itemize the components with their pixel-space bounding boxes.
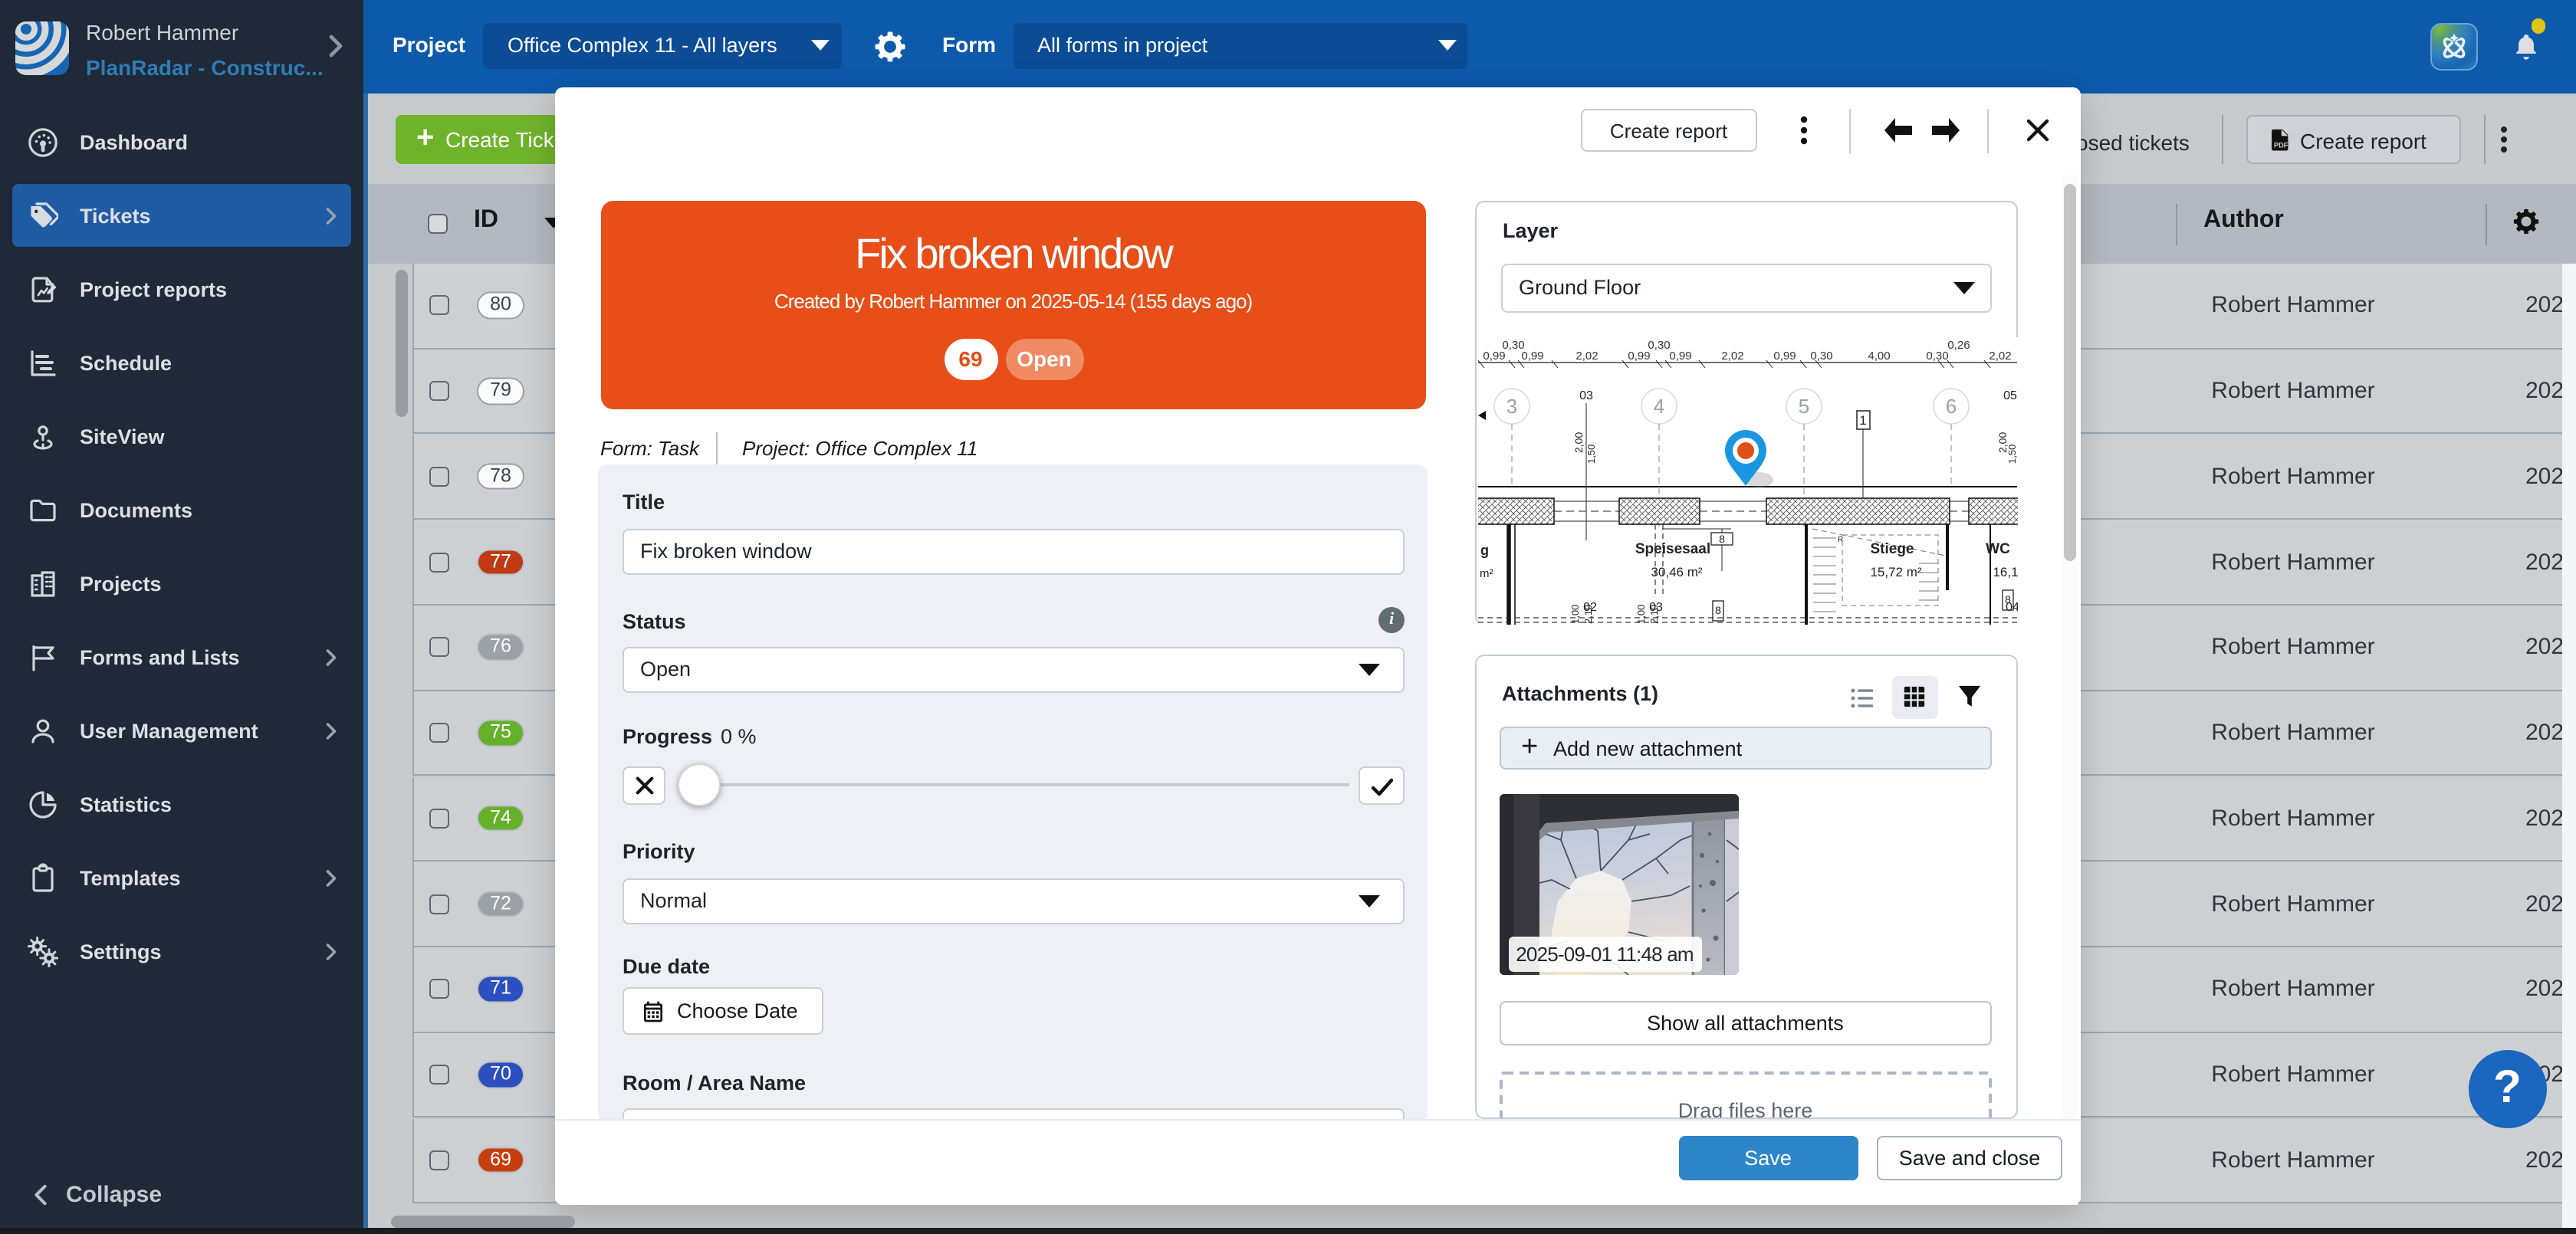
svg-text:0,99: 0,99 (1521, 350, 1543, 363)
svg-text:03: 03 (1579, 389, 1593, 402)
svg-text:0,99: 0,99 (1628, 350, 1650, 363)
svg-text:Speisesaal: Speisesaal (1635, 541, 1710, 557)
svg-text:R: R (1838, 536, 1843, 544)
svg-text:1,00: 1,00 (1635, 605, 1647, 624)
svg-text:m²: m² (1480, 567, 1493, 580)
svg-text:2,02: 2,02 (1989, 350, 2011, 363)
svg-text:PDF: PDF (2274, 141, 2288, 149)
svg-text:1: 1 (1859, 413, 1866, 428)
svg-text:8: 8 (1715, 604, 1721, 616)
svg-text:15,72 m²: 15,72 m² (1870, 565, 1921, 579)
svg-text:05: 05 (2003, 389, 2017, 402)
svg-text:0,30: 0,30 (1926, 350, 1948, 363)
svg-text:6: 6 (1946, 395, 1957, 418)
svg-text:1,00: 1,00 (1569, 605, 1581, 624)
svg-text:5: 5 (1799, 395, 1809, 418)
svg-text:4: 4 (1654, 395, 1664, 418)
svg-text:0,99: 0,99 (1773, 350, 1796, 363)
svg-text:8: 8 (2005, 593, 2011, 606)
svg-text:16,1: 16,1 (1993, 565, 2017, 579)
svg-text:1,50: 1,50 (2006, 445, 2017, 464)
svg-text:2,02: 2,02 (1576, 350, 1598, 363)
svg-text:4,00: 4,00 (1868, 350, 1890, 363)
svg-text:30,46 m²: 30,46 m² (1651, 565, 1702, 579)
svg-text:3: 3 (1506, 395, 1517, 418)
svg-text:0,30: 0,30 (1810, 350, 1832, 363)
svg-text:Stiege: Stiege (1870, 541, 1914, 557)
svg-text:0,99: 0,99 (1483, 350, 1505, 363)
svg-text:0,99: 0,99 (1669, 350, 1691, 363)
svg-text:8: 8 (1719, 533, 1725, 545)
svg-text:0,30: 0,30 (1648, 339, 1670, 352)
svg-text:2,10: 2,10 (1582, 605, 1594, 624)
svg-text:0,26: 0,26 (1947, 339, 1970, 352)
svg-text:2,02: 2,02 (1721, 350, 1743, 363)
svg-text:1,50: 1,50 (1585, 445, 1597, 464)
svg-text:2,00: 2,00 (1572, 432, 1585, 453)
svg-text:WC: WC (1986, 541, 2010, 557)
svg-text:g: g (1480, 543, 1489, 558)
svg-text:2,10: 2,10 (1648, 605, 1660, 624)
